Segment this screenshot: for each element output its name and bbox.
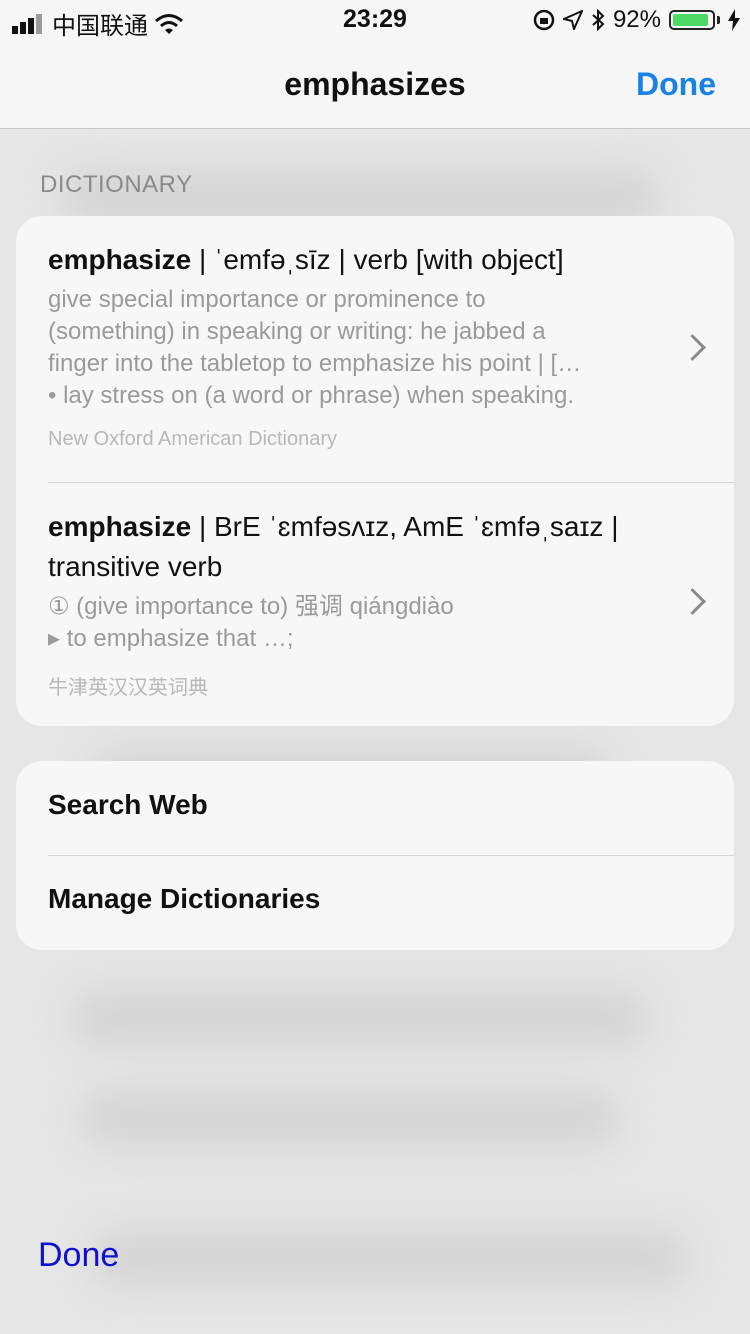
definition-line: ▸ to emphasize that …; <box>48 625 294 652</box>
navigation-bar: emphasizes Done <box>0 40 750 129</box>
manage-dictionaries-button[interactable]: Manage Dictionaries <box>48 883 320 915</box>
entry-headline: emphasize | BrE ˈɛmfəsʌɪz, AmE ˈɛmfəˌsaɪ… <box>48 507 660 547</box>
entry-definition: give special importance or prominence to… <box>48 284 660 412</box>
definition-line: give special importance or prominence to <box>48 286 486 313</box>
divider <box>48 855 734 856</box>
entry-definition: ① (give importance to) 强调 qiángdiào ▸ to… <box>48 591 660 655</box>
charging-icon <box>728 9 740 31</box>
status-bar: 中国联通 23:29 92% <box>0 0 750 40</box>
definition-line: finger into the tabletop to emphasize hi… <box>48 350 582 377</box>
done-button[interactable]: Done <box>636 66 716 103</box>
entry-headline: emphasize | ˈemfəˌsīz | verb [with objec… <box>48 240 660 280</box>
location-icon <box>562 10 583 30</box>
entry-word: emphasize <box>48 244 192 275</box>
chevron-right-icon <box>679 334 706 361</box>
dictionary-entry-oxford-chinese[interactable]: emphasize | BrE ˈɛmfəsʌɪz, AmE ˈɛmfəˌsaɪ… <box>16 483 734 726</box>
search-web-button[interactable]: Search Web <box>48 789 208 821</box>
battery-icon <box>669 10 715 30</box>
entry-pronunciation: | BrE ˈɛmfəsʌɪz, AmE ˈɛmfəˌsaɪz | <box>191 511 619 542</box>
entry-source: New Oxford American Dictionary <box>48 428 337 450</box>
bottom-done-button[interactable]: Done <box>38 1236 119 1275</box>
entry-part-of-speech: transitive verb <box>48 551 223 582</box>
entry-source: 牛津英汉汉英词典 <box>48 677 208 699</box>
entry-word: emphasize <box>48 511 192 542</box>
battery-percent: 92% <box>612 6 661 33</box>
chevron-right-icon <box>679 588 706 615</box>
orientation-lock-icon <box>533 9 555 31</box>
battery-tip <box>717 16 720 24</box>
entry-pronunciation: | ˈemfəˌsīz | verb [with object] <box>191 244 564 275</box>
actions-card: Search Web Manage Dictionaries <box>16 761 734 950</box>
dictionary-card: emphasize | ˈemfəˌsīz | verb [with objec… <box>16 216 734 726</box>
definition-line: ① (give importance to) 强调 qiángdiào <box>48 593 454 620</box>
bluetooth-icon <box>592 9 605 31</box>
section-header-dictionary: DICTIONARY <box>40 171 193 198</box>
definition-line: • lay stress on (a word or phrase) when … <box>48 382 574 409</box>
dictionary-entry-noad[interactable]: emphasize | ˈemfəˌsīz | verb [with objec… <box>16 216 734 482</box>
definition-line: (something) in speaking or writing: he j… <box>48 318 546 345</box>
